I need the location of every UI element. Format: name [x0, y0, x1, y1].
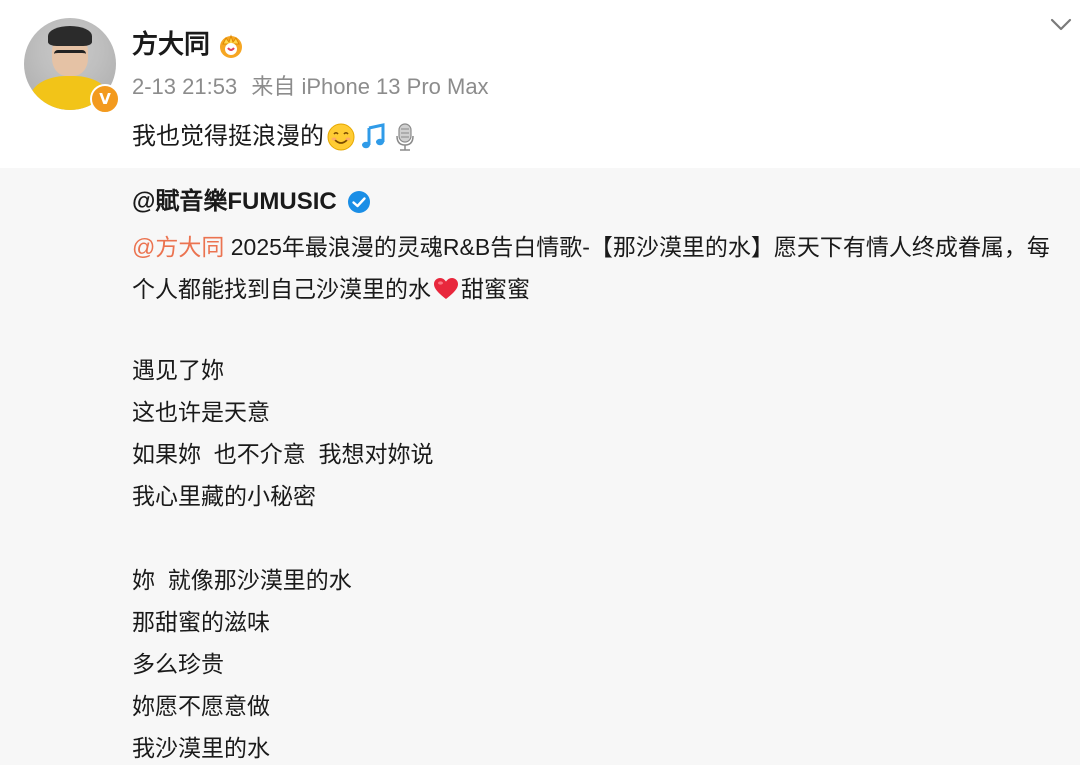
repost-text: @方大同 2025年最浪漫的灵魂R&B告白情歌-【那沙漠里的水】愿天下有情人终成… — [132, 226, 1052, 310]
music-notes-emoji — [362, 123, 385, 149]
repost-author: @賦音樂FUMUSIC — [132, 185, 371, 219]
repost-author-name[interactable]: @賦音樂FUMUSIC — [132, 185, 337, 219]
lyric-line: 妳 就像那沙漠里的水 — [132, 567, 352, 593]
chevron-down-icon[interactable] — [1048, 12, 1074, 38]
orange-verified-v-icon: V — [90, 84, 120, 114]
mention-link[interactable]: @方大同 — [132, 234, 224, 260]
post-author-name[interactable]: 方大同 — [132, 26, 210, 62]
smiling-face-emoji — [327, 123, 355, 151]
avatar-hair — [48, 26, 92, 46]
lyric-line: 多么珍贵 — [132, 651, 224, 677]
crown-icon[interactable] — [217, 31, 245, 59]
lyric-line: 我心里藏的小秘密 — [132, 483, 316, 509]
microphone-emoji — [396, 123, 414, 151]
reposted-content[interactable]: @賦音樂FUMUSIC @方大同 2025年最浪漫的灵魂R&B告白情歌-【那沙漠… — [0, 168, 1080, 765]
stanza-gap — [132, 517, 434, 559]
post-header: V 方大同 2-13 21:53 来自 iPhone 13 Pro Max 我也… — [0, 0, 1080, 168]
post-meta: 2-13 21:53 来自 iPhone 13 Pro Max — [132, 72, 497, 102]
lyric-line: 遇见了妳 — [132, 357, 224, 383]
post-time[interactable]: 2-13 21:53 — [132, 74, 237, 99]
lyric-line: 这也许是天意 — [132, 399, 270, 425]
lyric-line: 妳愿不愿意做 — [132, 693, 270, 719]
post-source: 来自 iPhone 13 Pro Max — [251, 74, 489, 99]
post-body: 我也觉得挺浪漫的 — [132, 121, 420, 153]
avatar-glasses — [54, 50, 86, 61]
blue-verified-icon — [347, 191, 370, 213]
lyric-line: 如果妳 也不介意 我想对妳说 — [132, 441, 434, 467]
lyric-line: 我沙漠里的水 — [132, 735, 270, 761]
lyric-line: 那甜蜜的滋味 — [132, 609, 270, 635]
lyrics: 遇见了妳 这也许是天意 如果妳 也不介意 我想对妳说 我心里藏的小秘密 妳 就像… — [132, 349, 434, 769]
repost-text-end: 甜蜜蜜 — [461, 276, 530, 302]
post-text: 我也觉得挺浪漫的 — [132, 123, 324, 150]
red-heart-icon — [434, 278, 458, 299]
repost-text-main: 2025年最浪漫的灵魂R&B告白情歌-【那沙漠里的水】愿天下有情人终成眷属，每个… — [132, 234, 1050, 302]
